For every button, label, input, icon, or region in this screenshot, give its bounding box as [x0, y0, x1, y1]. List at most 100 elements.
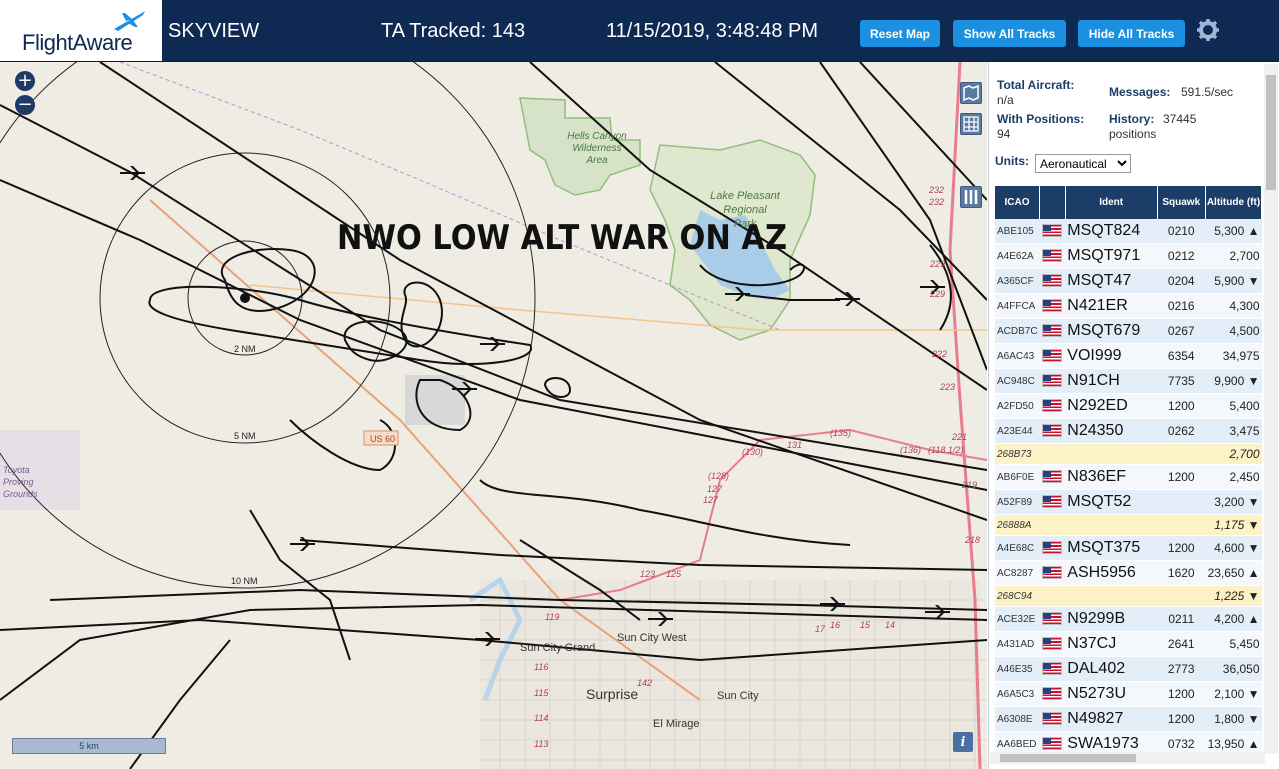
- scale-bar: 5 km: [12, 738, 166, 754]
- aircraft-icon: [480, 337, 505, 351]
- aircraft-row[interactable]: A6A5C3 N5273U 1200 2,100 ▼: [995, 681, 1262, 707]
- label-hells-canyon-1: Hells Canyon: [567, 131, 627, 142]
- aircraft-row[interactable]: ABE105 MSQT824 0210 5,300 ▲: [995, 219, 1262, 244]
- aircraft-row[interactable]: AC948C N91CH 7735 9,900 ▼: [995, 368, 1262, 394]
- flightaware-logo[interactable]: FlightAware: [0, 0, 162, 61]
- units-label: Units:: [995, 154, 1029, 168]
- row-ident: N91CH: [1065, 368, 1157, 394]
- industrial-area: [405, 375, 465, 425]
- aircraft-row[interactable]: 26888A 1,175 ▼: [995, 514, 1262, 536]
- col-flag[interactable]: [1039, 186, 1066, 219]
- road-number: 116: [534, 662, 548, 672]
- road-number: (135): [830, 428, 851, 438]
- us-flag-icon: [1041, 399, 1062, 413]
- zoom-out-button[interactable]: −: [15, 95, 35, 115]
- aircraft-row[interactable]: 268C94 1,225 ▼: [995, 585, 1262, 607]
- aircraft-table-wrap: ICAO Ident Squawk Altitude (ft) ABE105 MS…: [995, 186, 1265, 757]
- road-number: 142: [637, 678, 652, 688]
- row-flag: [1039, 514, 1066, 536]
- col-icao[interactable]: ICAO: [995, 186, 1041, 219]
- row-flag: [1039, 343, 1066, 369]
- road-number: 219: [961, 480, 977, 490]
- road-number: 232: [928, 197, 944, 207]
- column-toggle-button[interactable]: [960, 186, 982, 208]
- messages-value: 591.5/sec: [1181, 85, 1234, 99]
- hide-all-tracks-button[interactable]: Hide All Tracks: [1078, 20, 1185, 47]
- row-icao: A52F89: [995, 489, 1040, 515]
- panel-scroll-thumb[interactable]: [1266, 75, 1276, 190]
- row-icao: A6A5C3: [995, 681, 1040, 707]
- ring-label-5nm: 5 NM: [234, 431, 256, 441]
- row-flag: [1039, 293, 1066, 319]
- aircraft-row[interactable]: A46E35 DAL402 2773 36,050: [995, 656, 1262, 682]
- label-toyota-2: Proving: [3, 477, 34, 487]
- row-flag: [1039, 318, 1066, 344]
- history-label: History:: [1109, 112, 1155, 126]
- ring-label-10nm: 10 NM: [231, 576, 258, 586]
- aircraft-row[interactable]: ACDB7C MSQT679 0267 4,500: [995, 318, 1262, 344]
- row-icao: AC8287: [995, 560, 1040, 586]
- map-canvas[interactable]: Hells Canyon Wilderness Area Lake Pleasa…: [0, 62, 987, 769]
- us-flag-icon: [1041, 224, 1062, 238]
- aircraft-row[interactable]: A4FFCA N421ER 0216 4,300: [995, 293, 1262, 319]
- aircraft-row[interactable]: A52F89 MSQT52 3,200 ▼: [995, 489, 1262, 515]
- grid-toggle-button[interactable]: [960, 113, 982, 135]
- row-flag: [1039, 464, 1066, 490]
- row-icao: A4E62A: [995, 243, 1040, 269]
- row-altitude: 23,650 ▲: [1205, 560, 1262, 586]
- col-squawk[interactable]: Squawk: [1157, 186, 1206, 219]
- us-flag-icon: [1041, 495, 1062, 509]
- aircraft-row[interactable]: A365CF MSQT47 0204 5,900 ▼: [995, 268, 1262, 294]
- history-unit: positions: [1109, 127, 1157, 141]
- col-ident[interactable]: Ident: [1065, 186, 1158, 219]
- aircraft-row[interactable]: A431AD N37CJ 2641 5,450: [995, 631, 1262, 657]
- road-number: 218: [964, 535, 980, 545]
- aircraft-row[interactable]: AC8287 ASH5956 1620 23,650 ▲: [995, 560, 1262, 586]
- row-squawk: 0267: [1157, 318, 1206, 344]
- row-ident: VOI999: [1065, 343, 1157, 369]
- reset-map-button[interactable]: Reset Map: [860, 20, 940, 47]
- us-flag-icon: [1041, 470, 1062, 484]
- highway-loop: [559, 428, 987, 601]
- aircraft-row[interactable]: A6308E N49827 1200 1,800 ▼: [995, 706, 1262, 732]
- table-hscroll-thumb[interactable]: [1000, 754, 1136, 762]
- aircraft-row[interactable]: A2FD50 N292ED 1200 5,400: [995, 393, 1262, 419]
- map-layer-icon[interactable]: [960, 82, 982, 104]
- row-altitude: 36,050: [1205, 656, 1262, 682]
- info-button[interactable]: i: [953, 732, 973, 752]
- row-flag: [1039, 560, 1066, 586]
- units-select[interactable]: Aeronautical: [1035, 154, 1131, 173]
- label-sun-city: Sun City: [717, 690, 759, 702]
- total-aircraft-label: Total Aircraft:: [997, 78, 1075, 92]
- road-number: (128): [708, 471, 729, 481]
- label-el-mirage: El Mirage: [653, 718, 699, 730]
- row-altitude: 5,300 ▲: [1205, 219, 1262, 244]
- gear-icon[interactable]: [1196, 18, 1220, 42]
- row-altitude: 34,975: [1205, 343, 1262, 369]
- aircraft-row[interactable]: A23E44 N24350 0262 3,475: [995, 418, 1262, 444]
- row-altitude: 2,700: [1205, 243, 1262, 269]
- zoom-in-button[interactable]: +: [15, 71, 35, 91]
- row-ident: ASH5956: [1065, 560, 1157, 586]
- aircraft-row[interactable]: A4E68C MSQT375 1200 4,600 ▼: [995, 535, 1262, 561]
- row-squawk: 6354: [1157, 343, 1206, 369]
- row-squawk: 1200: [1157, 393, 1206, 419]
- aircraft-row[interactable]: ACE32E N9299B 0211 4,200 ▲: [995, 606, 1262, 632]
- total-aircraft-value: n/a: [997, 93, 1014, 107]
- aircraft-row[interactable]: A6AC43 VOI999 6354 34,975: [995, 343, 1262, 369]
- row-squawk: 0216: [1157, 293, 1206, 319]
- row-altitude: 1,800 ▼: [1205, 706, 1262, 732]
- row-flag: [1039, 268, 1066, 294]
- label-hells-canyon-2: Wilderness: [572, 143, 621, 154]
- row-icao: ABE105: [995, 219, 1040, 244]
- col-altitude[interactable]: Altitude (ft): [1205, 186, 1263, 219]
- map-view[interactable]: Hells Canyon Wilderness Area Lake Pleasa…: [0, 62, 987, 769]
- aircraft-row[interactable]: AB6F0E N836EF 1200 2,450: [995, 464, 1262, 490]
- aircraft-row[interactable]: 268B73 2,700: [995, 443, 1262, 465]
- aircraft-rows: ABE105 MSQT824 0210 5,300 ▲ A4E62A MSQT971 021…: [995, 219, 1262, 757]
- us-flag-icon: [1041, 299, 1062, 313]
- show-all-tracks-button[interactable]: Show All Tracks: [953, 20, 1066, 47]
- row-ident: MSQT679: [1065, 318, 1157, 344]
- aircraft-row[interactable]: A4E62A MSQT971 0212 2,700: [995, 243, 1262, 269]
- label-sun-city-west: Sun City West: [617, 632, 687, 644]
